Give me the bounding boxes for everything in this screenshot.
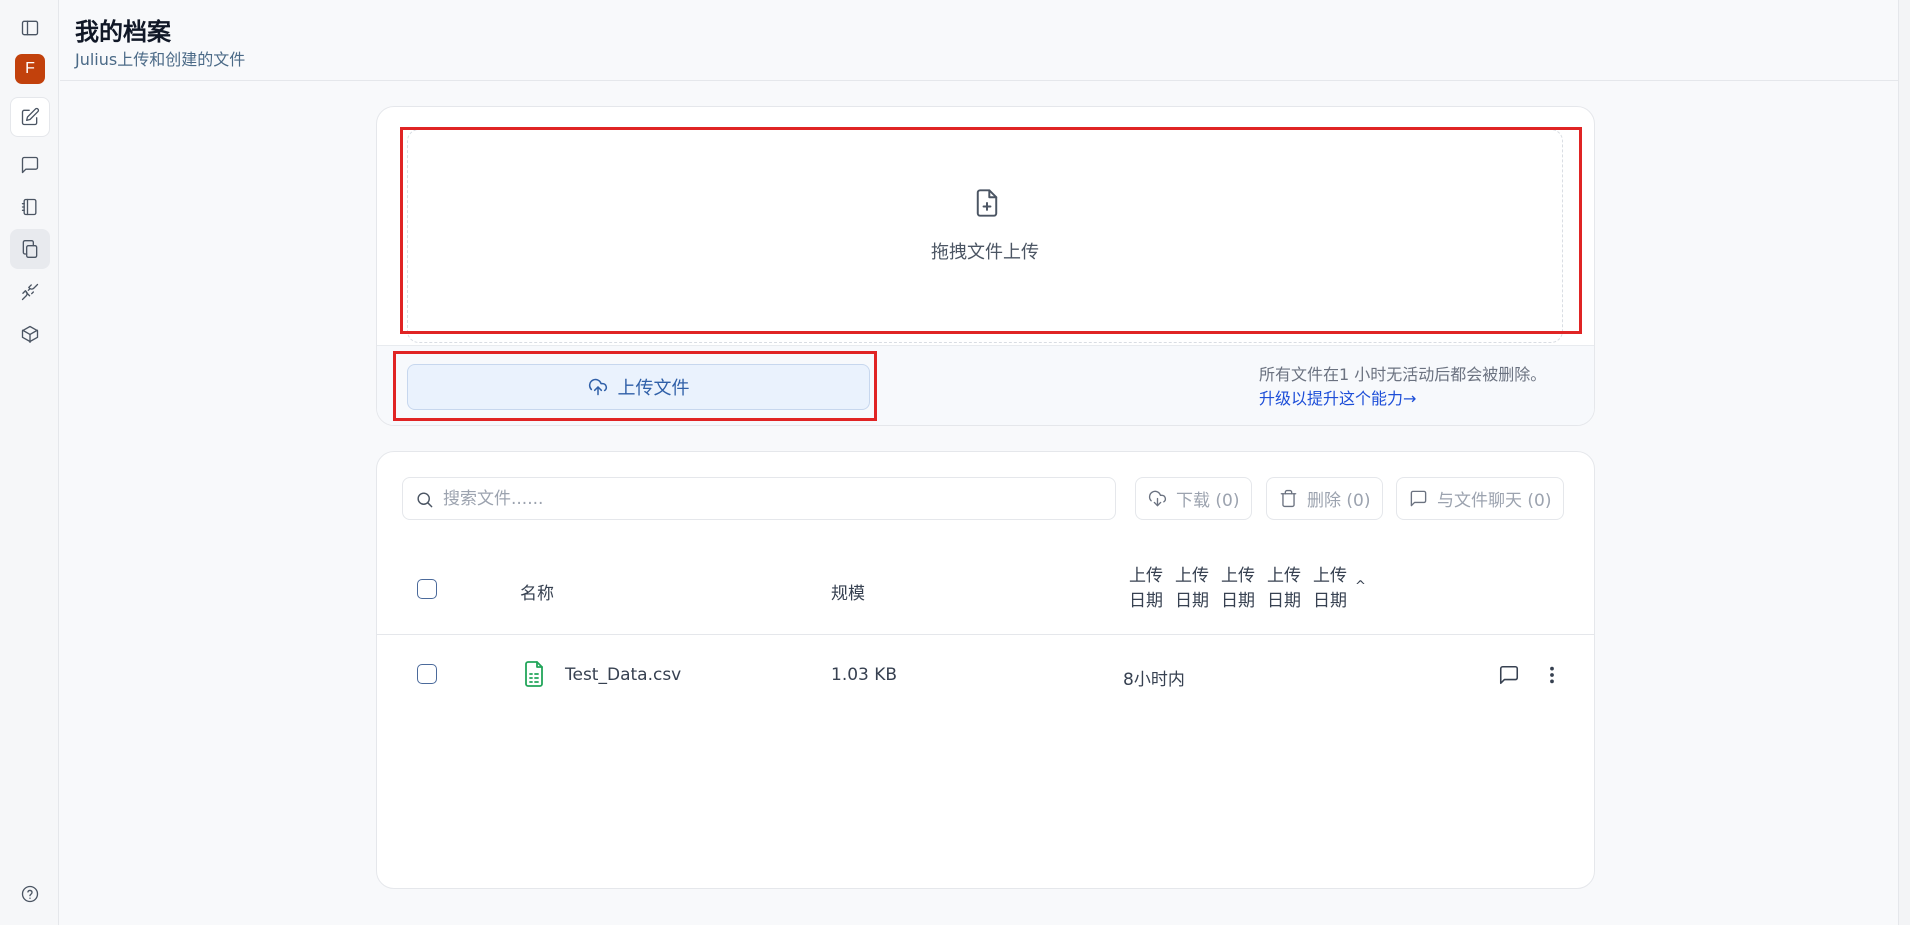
delete-button[interactable]: 删除 (0) bbox=[1266, 477, 1384, 520]
help-button[interactable] bbox=[10, 874, 50, 914]
select-all-checkbox[interactable] bbox=[417, 579, 437, 599]
file-dropzone[interactable]: 拖拽文件上传 bbox=[407, 129, 1563, 343]
cloud-download-icon bbox=[1148, 490, 1167, 507]
file-name[interactable]: Test_Data.csv bbox=[565, 665, 681, 685]
download-label: 下载 (0) bbox=[1176, 491, 1240, 511]
trash-icon bbox=[1280, 489, 1297, 508]
search-icon bbox=[417, 492, 433, 508]
date-header-label: 上传 日期 bbox=[1267, 566, 1301, 611]
notebook-icon bbox=[21, 198, 37, 216]
avatar[interactable]: F bbox=[15, 54, 45, 84]
date-header-label: 上传 日期 bbox=[1313, 566, 1347, 611]
help-icon bbox=[21, 885, 39, 903]
files-card: 下载 (0) 删除 (0) 与文件聊天 (0) 名称 规模 上传日期 上传日期 … bbox=[376, 451, 1595, 889]
date-header-label: 上传 日期 bbox=[1175, 566, 1209, 611]
file-plus-icon bbox=[973, 188, 1001, 218]
upload-button-label: 上传文件 bbox=[617, 378, 690, 399]
page-header: 我的档案 Julius上传和创建的文件 bbox=[60, 0, 1898, 81]
new-chat-button[interactable] bbox=[10, 97, 50, 137]
file-upload-date: 8小时内 bbox=[1123, 670, 1185, 690]
column-header-date[interactable]: 上传 日期 上传 日期 上传 日期 上传 日期 上传 日期 ^ bbox=[1129, 564, 1366, 614]
scrollbar[interactable] bbox=[1898, 0, 1910, 925]
row-checkbox[interactable] bbox=[417, 664, 437, 684]
sidebar-panel-icon bbox=[21, 20, 39, 36]
delete-label: 删除 (0) bbox=[1307, 491, 1371, 511]
retention-notice: 所有文件在1 小时无活动后都会被删除。 bbox=[1259, 365, 1547, 384]
file-size: 1.03 KB bbox=[831, 665, 898, 685]
sort-ascending-icon[interactable]: ^ bbox=[1355, 579, 1366, 594]
cloud-upload-icon bbox=[588, 378, 607, 396]
cube-icon bbox=[21, 325, 39, 343]
table-divider bbox=[377, 634, 1594, 635]
column-header-size[interactable]: 规模 bbox=[831, 579, 865, 604]
chat-icon bbox=[21, 156, 39, 174]
sidebar-item-notebooks[interactable] bbox=[10, 187, 50, 227]
more-vertical-icon bbox=[1550, 666, 1554, 684]
upload-card: 拖拽文件上传 上传文件 所有文件在1 小时无活动后都会被删除。 升级以提升这个能… bbox=[376, 106, 1595, 426]
sidebar: F bbox=[0, 0, 59, 925]
page-title: 我的档案 bbox=[75, 18, 171, 46]
files-icon bbox=[22, 240, 38, 258]
upgrade-link[interactable]: 升级以提升这个能力→ bbox=[1259, 385, 1416, 409]
csv-file-icon bbox=[522, 660, 546, 688]
chat-icon bbox=[1499, 665, 1519, 685]
page-subtitle: Julius上传和创建的文件 bbox=[75, 50, 246, 69]
dropzone-label: 拖拽文件上传 bbox=[931, 242, 1039, 263]
row-more-button[interactable] bbox=[1541, 664, 1565, 688]
plug-icon bbox=[21, 283, 39, 301]
chat-with-files-button[interactable]: 与文件聊天 (0) bbox=[1396, 477, 1565, 520]
sidebar-item-apps[interactable] bbox=[10, 314, 50, 354]
chat-with-files-label: 与文件聊天 (0) bbox=[1437, 491, 1552, 511]
search-input[interactable] bbox=[443, 478, 1103, 519]
date-header-label: 上传 日期 bbox=[1221, 566, 1255, 611]
sidebar-item-files[interactable] bbox=[10, 229, 50, 269]
sidebar-item-chats[interactable] bbox=[10, 145, 50, 185]
date-header-label: 上传 日期 bbox=[1129, 566, 1163, 611]
column-header-name[interactable]: 名称 bbox=[520, 579, 554, 604]
row-chat-button[interactable] bbox=[1498, 664, 1522, 688]
download-button[interactable]: 下载 (0) bbox=[1135, 477, 1253, 520]
upload-footer: 上传文件 所有文件在1 小时无活动后都会被删除。 升级以提升这个能力→ bbox=[377, 345, 1594, 425]
upload-file-button[interactable]: 上传文件 bbox=[407, 364, 870, 410]
toggle-sidebar-button[interactable] bbox=[10, 8, 50, 48]
sidebar-item-integrations[interactable] bbox=[10, 272, 50, 312]
search-files-field[interactable] bbox=[402, 477, 1116, 520]
chat-icon bbox=[1410, 490, 1427, 507]
edit-icon bbox=[21, 107, 40, 126]
